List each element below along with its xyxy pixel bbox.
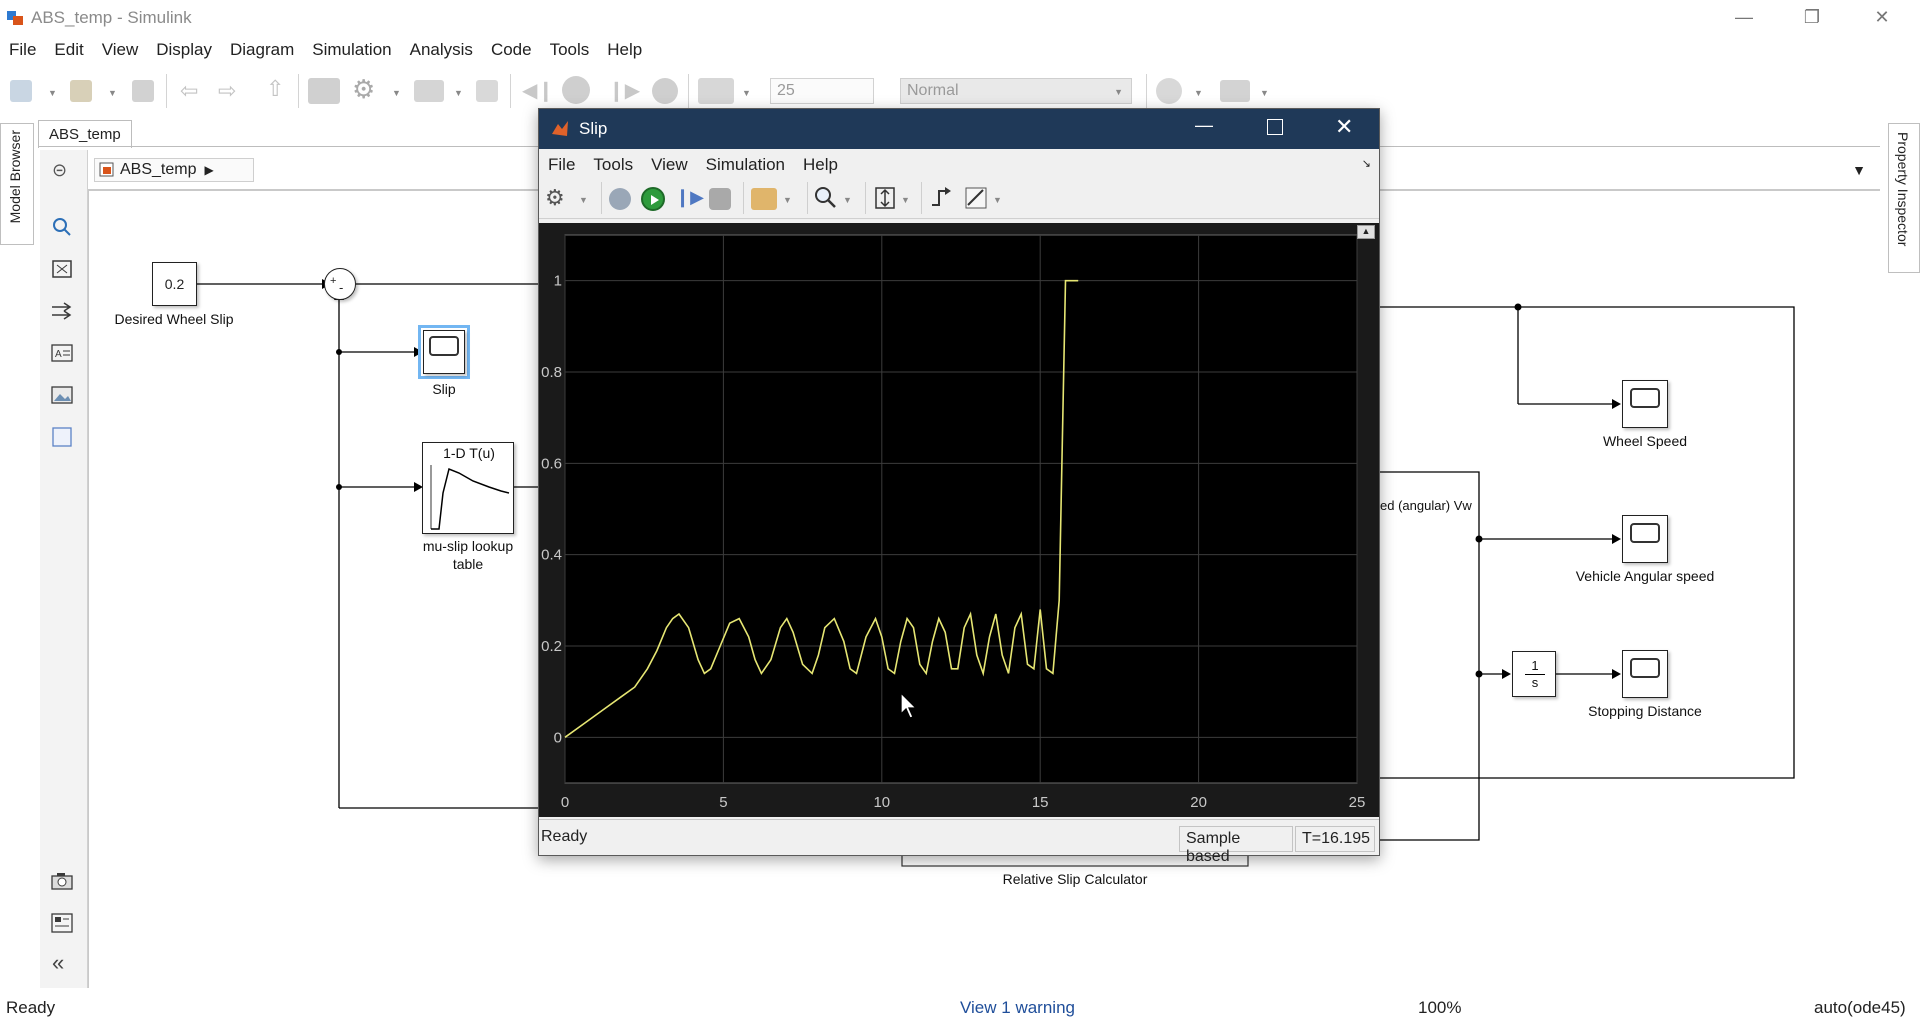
scope-icon bbox=[1630, 658, 1660, 678]
slip-scope-body bbox=[423, 330, 465, 374]
highlight-block-icon[interactable] bbox=[751, 188, 777, 210]
vehicle-speed-signal-label: ed (angular) Vw bbox=[1380, 498, 1472, 513]
y-tick-label: 0.2 bbox=[541, 638, 562, 655]
zoom-level: 100% bbox=[1418, 998, 1462, 1017]
y-tick-label: 0.8 bbox=[541, 364, 562, 381]
integrator-denominator: s bbox=[1531, 675, 1539, 690]
lookup-label-line2: table bbox=[452, 556, 484, 572]
slip-scope-block[interactable] bbox=[418, 325, 470, 379]
x-tick-label: 25 bbox=[1349, 794, 1366, 811]
stopping-distance-label: Stopping Distance bbox=[1588, 703, 1702, 719]
integrator-numerator: 1 bbox=[1531, 658, 1539, 673]
x-tick-label: 20 bbox=[1190, 794, 1207, 811]
step-forward-icon[interactable]: ❙▶ bbox=[675, 187, 704, 208]
scope-icon bbox=[1630, 523, 1660, 543]
mouse-cursor-icon bbox=[900, 691, 920, 725]
scope-menu-tools[interactable]: Tools bbox=[584, 149, 642, 179]
scope-status-bar: Ready Sample based T=16.195 bbox=[539, 819, 1379, 865]
lookup-title: 1-D T(u) bbox=[443, 445, 495, 461]
solver-label[interactable]: auto(ode45) bbox=[1814, 998, 1906, 1018]
sum-sign-minus: - bbox=[339, 280, 344, 295]
constant-value: 0.2 bbox=[164, 276, 185, 292]
scope-menu-simulation[interactable]: Simulation bbox=[697, 149, 794, 179]
plot-background bbox=[564, 234, 1358, 784]
x-tick-label: 10 bbox=[873, 794, 890, 811]
sim-time-indicator: T=16.195 bbox=[1295, 826, 1375, 852]
expand-toolstrip-icon[interactable]: ▲ bbox=[1357, 225, 1375, 239]
stepping-options-icon[interactable] bbox=[609, 188, 631, 210]
zoom-icon[interactable] bbox=[813, 185, 837, 214]
constant-label: Desired Wheel Slip bbox=[114, 311, 234, 327]
toolbar-separator bbox=[865, 182, 866, 214]
scope-plot-area: 0 0.2 0.4 0.6 0.8 1 0 5 10 15 20 25 ▲ bbox=[539, 223, 1379, 817]
y-tick-label: 0.4 bbox=[541, 547, 562, 564]
matlab-logo-icon bbox=[551, 120, 569, 138]
stop-icon[interactable] bbox=[709, 188, 731, 210]
vehicle-speed-scope-block[interactable] bbox=[1622, 515, 1668, 563]
relative-slip-label: Relative Slip Calculator bbox=[1002, 871, 1148, 887]
scope-close-button[interactable]: ✕ bbox=[1335, 114, 1353, 140]
y-tick-label: 0 bbox=[554, 729, 562, 746]
chevron-down-icon[interactable]: ▼ bbox=[843, 195, 852, 205]
scope-toolbar: ⚙ ▼ ❙▶ ▼ ▼ ▼ ▼ bbox=[539, 179, 1379, 219]
scope-menu-file[interactable]: File bbox=[539, 149, 584, 179]
slip-scope-label: Slip bbox=[432, 381, 456, 397]
lookup-curve-icon bbox=[430, 465, 510, 530]
scope-maximize-button[interactable] bbox=[1267, 119, 1283, 135]
measurements-icon[interactable] bbox=[963, 185, 989, 216]
scope-status-ready: Ready bbox=[541, 828, 588, 845]
y-tick-label: 0.6 bbox=[541, 455, 562, 472]
scope-icon bbox=[429, 336, 459, 356]
x-tick-label: 0 bbox=[561, 794, 569, 811]
slip-scope-window: Slip — ✕ File Tools View Simulation Help… bbox=[538, 108, 1380, 865]
scope-title-bar: Slip — ✕ bbox=[539, 109, 1379, 149]
chevron-down-icon[interactable]: ▼ bbox=[579, 195, 588, 205]
sum-block[interactable]: + - bbox=[324, 268, 356, 300]
vehicle-speed-label: Vehicle Angular speed bbox=[1575, 568, 1715, 584]
wheel-speed-label: Wheel Speed bbox=[1602, 433, 1688, 449]
stopping-distance-scope-block[interactable] bbox=[1622, 650, 1668, 698]
triggers-icon[interactable] bbox=[929, 185, 953, 214]
chevron-down-icon[interactable]: ▼ bbox=[993, 195, 1002, 205]
y-tick-label: 1 bbox=[554, 273, 562, 290]
lookup-label-line1: mu-slip lookup bbox=[422, 538, 514, 554]
integrator-block[interactable]: 1 s bbox=[1512, 651, 1556, 697]
scope-menu-bar: File Tools View Simulation Help ↘ bbox=[539, 149, 1379, 179]
wheel-speed-scope-block[interactable] bbox=[1622, 380, 1668, 428]
x-tick-label: 5 bbox=[719, 794, 727, 811]
sample-mode-indicator: Sample based bbox=[1179, 826, 1293, 865]
chevron-down-icon[interactable]: ▼ bbox=[901, 195, 910, 205]
toolbar-separator bbox=[601, 182, 602, 214]
warning-link[interactable]: View 1 warning bbox=[960, 998, 1075, 1018]
dock-icon[interactable]: ↘ bbox=[1362, 157, 1371, 170]
toolbar-separator bbox=[807, 182, 808, 214]
autoscale-icon[interactable] bbox=[873, 185, 897, 216]
sum-sign-plus: + bbox=[330, 275, 337, 287]
toolbar-separator bbox=[921, 182, 922, 214]
scope-menu-help[interactable]: Help bbox=[794, 149, 847, 179]
lookup-table-block[interactable]: 1-D T(u) bbox=[422, 442, 514, 534]
status-bar: Ready View 1 warning 100% auto(ode45) bbox=[0, 995, 1920, 1019]
constant-block[interactable]: 0.2 bbox=[152, 262, 197, 306]
slip-chart[interactable]: 0 0.2 0.4 0.6 0.8 1 0 5 10 15 20 25 bbox=[539, 223, 1379, 817]
scope-window-title: Slip bbox=[579, 119, 608, 138]
chevron-down-icon[interactable]: ▼ bbox=[783, 195, 792, 205]
x-tick-label: 15 bbox=[1032, 794, 1049, 811]
scope-menu-view[interactable]: View bbox=[642, 149, 697, 179]
run-icon[interactable] bbox=[641, 187, 665, 211]
scope-minimize-button[interactable]: — bbox=[1195, 115, 1213, 136]
status-ready: Ready bbox=[6, 998, 56, 1017]
gear-icon[interactable]: ⚙ bbox=[545, 185, 565, 211]
scope-icon bbox=[1630, 388, 1660, 408]
toolbar-separator bbox=[743, 182, 744, 214]
